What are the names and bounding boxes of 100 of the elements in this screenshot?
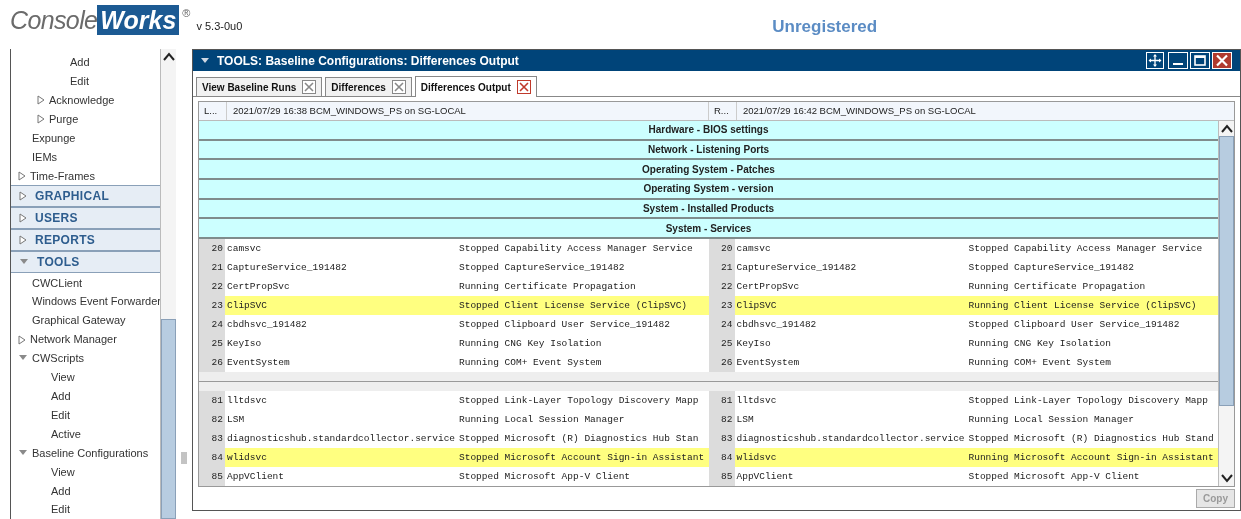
sidebar-item[interactable]: CWCLient	[32, 274, 83, 292]
logo: ConsoleWorks ®	[10, 5, 191, 35]
sidebar-item[interactable]: Windows Event Forwarder	[32, 293, 160, 310]
service-status: Stopped Link-Layer Topology Discovery Mapp	[968, 394, 1208, 409]
collapsed-arrow-icon[interactable]	[19, 235, 27, 246]
sidebar-item[interactable]: Edit	[70, 73, 89, 90]
sidebar-item[interactable]: CWScripts	[32, 350, 84, 367]
line-number: 23	[199, 296, 225, 316]
category-bar[interactable]: System - Services	[199, 219, 1218, 240]
service-status: Running Certificate Propagation	[459, 280, 636, 295]
sidebar-item[interactable]: Graphical Gateway	[32, 312, 126, 329]
service-name: ClipSVC	[226, 299, 268, 314]
sidebar-item[interactable]: Time-Frames	[30, 167, 95, 185]
category-bar[interactable]: Operating System - Patches	[199, 160, 1218, 181]
line-number: 24	[199, 315, 225, 335]
maximize-icon[interactable]	[1190, 52, 1210, 69]
tab[interactable]: Differences Output	[414, 76, 537, 97]
column-header: R...	[709, 102, 737, 120]
service-name: AppVClient	[735, 470, 795, 485]
service-status: Stopped Capability Access Manager Service	[968, 242, 1203, 257]
collapsed-arrow-icon[interactable]	[37, 95, 45, 106]
collapsed-arrow-icon[interactable]	[37, 114, 45, 125]
scrollbar[interactable]	[160, 49, 176, 519]
sidebar-item[interactable]: Add	[51, 482, 71, 499]
sidebar-item[interactable]: Edit	[51, 406, 70, 424]
sidebar-item[interactable]: IEMs	[32, 148, 58, 166]
close-icon[interactable]	[302, 80, 317, 94]
sidebar-item[interactable]: Edit	[51, 501, 70, 518]
service-name: KeyIso	[226, 337, 263, 352]
service-name: CertPropSvc	[735, 280, 801, 295]
collapsed-arrow-icon[interactable]	[18, 334, 26, 345]
service-status: Running Certificate Propagation	[968, 280, 1146, 295]
service-name: lltdsvc	[226, 394, 268, 409]
service-status: Stopped Link-Layer Topology Discovery Mapp	[459, 394, 699, 409]
category-bar[interactable]: Hardware - BIOS settings	[199, 121, 1218, 141]
section-header[interactable]: TOOLS	[11, 251, 160, 274]
scroll-up-icon[interactable]	[1219, 123, 1234, 135]
line-number: 81	[199, 391, 225, 411]
category-bar[interactable]: System - Installed Products	[199, 199, 1218, 220]
scroll-down-icon[interactable]	[1219, 472, 1234, 485]
service-status: Running Client License Service (ClipSVC)	[968, 299, 1197, 314]
sidebar-item[interactable]: Purge	[49, 110, 79, 128]
close-icon[interactable]	[516, 80, 531, 94]
tab[interactable]: Differences	[325, 77, 412, 96]
scrollbar[interactable]	[1218, 121, 1234, 487]
service-status: Running Microsoft Account Sign-in Assistant	[968, 451, 1214, 466]
line-number: 83	[708, 429, 735, 449]
sidebar-item[interactable]: Add	[51, 388, 71, 405]
sidebar-item[interactable]: View	[51, 463, 75, 481]
line-number: 25	[708, 334, 735, 354]
service-status: Running Local Session Manager	[968, 413, 1134, 428]
service-name: CaptureService_191482	[226, 261, 348, 276]
service-status: Stopped Capability Access Manager Service	[459, 242, 693, 257]
splitter-handle-icon[interactable]	[181, 452, 187, 464]
service-name: diagnosticshub.standardcollector.service	[735, 432, 966, 447]
sidebar-item[interactable]: Add	[70, 54, 90, 71]
line-number: 25	[199, 334, 225, 354]
scroll-up-icon[interactable]	[161, 51, 176, 63]
service-status: Stopped Client License Service (ClipSVC)	[459, 299, 688, 314]
service-name: CaptureService_191482	[735, 261, 858, 276]
service-name: cbdhsvc_191482	[226, 318, 308, 333]
service-name: camsvc	[226, 242, 263, 257]
sidebar-item[interactable]: Expunge	[32, 129, 76, 147]
line-number: 20	[708, 239, 735, 259]
move-icon[interactable]	[1146, 52, 1164, 69]
collapsed-arrow-icon[interactable]	[19, 213, 27, 224]
line-number: 85	[708, 467, 735, 487]
category-bar[interactable]: Network - Listening Ports	[199, 140, 1218, 161]
sidebar-item[interactable]: Baseline Configurations	[32, 444, 149, 462]
column-header: 2021/07/29 16:42 BCM_WINDOWS_PS on SG-LOCAL	[742, 103, 977, 118]
service-name: KeyIso	[735, 337, 772, 352]
line-number: 26	[708, 353, 735, 373]
caret-icon[interactable]	[201, 57, 209, 64]
column-header: L...	[199, 102, 227, 120]
section-header[interactable]: USERS	[11, 207, 160, 230]
service-status: Running COM+ Event System	[459, 356, 602, 371]
service-status: Running Local Session Manager	[459, 413, 625, 428]
collapsed-arrow-icon[interactable]	[19, 191, 27, 202]
tab[interactable]: View Baseline Runs	[196, 77, 323, 96]
expanded-arrow-icon[interactable]	[18, 448, 28, 457]
service-status: Stopped Clipboard User Service_191482	[968, 318, 1180, 333]
section-header[interactable]: REPORTS	[11, 229, 160, 252]
service-status: Stopped Microsoft (R) Diagnostics Hub Stand	[968, 432, 1214, 447]
line-number: 23	[708, 296, 735, 316]
line-number: 22	[708, 277, 735, 297]
service-name: AppVClient	[226, 470, 285, 485]
close-icon[interactable]	[391, 80, 406, 94]
minimize-icon[interactable]	[1168, 52, 1188, 69]
service-name: EventSystem	[735, 356, 801, 371]
line-number: 21	[199, 258, 225, 278]
sidebar-item[interactable]: Active	[51, 425, 81, 443]
license-status: Unregistered	[772, 16, 878, 38]
service-status: Running CNG Key Isolation	[459, 337, 602, 352]
section-header[interactable]: GRAPHICAL	[11, 185, 160, 208]
collapsed-arrow-icon[interactable]	[18, 170, 26, 181]
service-name: camsvc	[735, 242, 772, 257]
sidebar-item[interactable]: Acknowledge	[49, 92, 115, 109]
category-bar[interactable]: Operating System - version	[199, 180, 1218, 200]
sidebar-item[interactable]: Network Manager	[30, 331, 117, 348]
sidebar-item[interactable]: View	[51, 369, 75, 386]
